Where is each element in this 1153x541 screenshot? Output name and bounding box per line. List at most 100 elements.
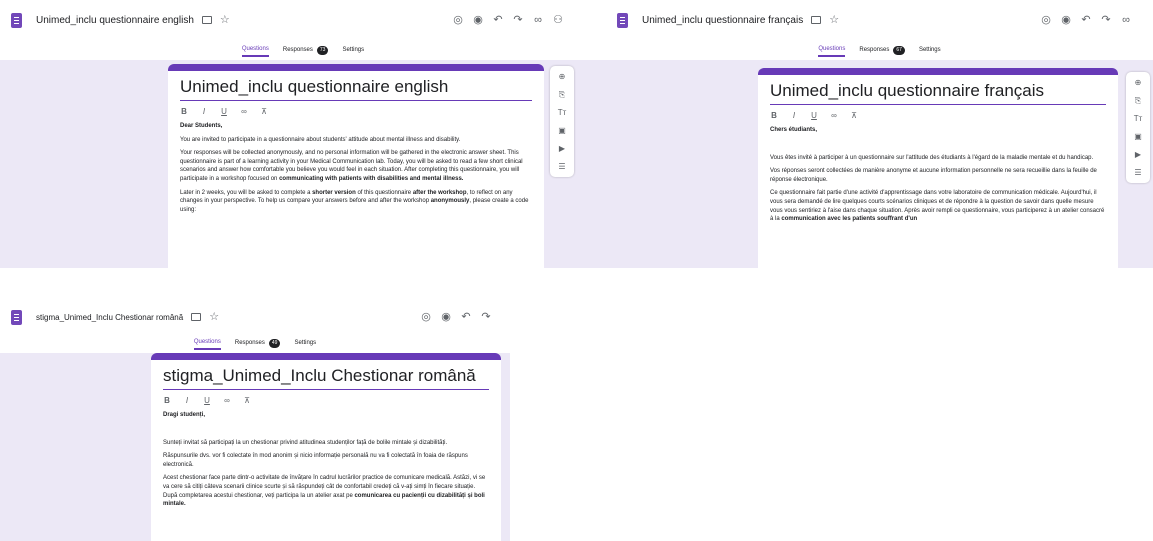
p3-bold-b: after the workshop: [412, 189, 467, 196]
description-paragraph-2: Vos réponses seront collectées de manièr…: [770, 168, 1097, 183]
folder-icon[interactable]: [191, 313, 202, 321]
description-paragraph-1: You are invited to participate in a ques…: [180, 136, 461, 143]
clear-format-icon[interactable]: ⊼: [850, 111, 858, 120]
add-title-icon[interactable]: Tт: [1131, 112, 1145, 125]
palette-icon[interactable]: ◎: [416, 311, 436, 323]
link-icon[interactable]: ∞: [830, 111, 838, 120]
tab-questions-label: Questions: [818, 46, 846, 52]
clear-format-icon[interactable]: ⊼: [260, 107, 268, 116]
add-question-icon[interactable]: ⊕: [555, 70, 569, 83]
add-section-icon[interactable]: ☰: [555, 160, 569, 173]
p3-text-b: of this questionnaire: [357, 189, 412, 196]
star-icon[interactable]: ☆: [829, 14, 839, 26]
p3-bold-c: anonymously: [430, 198, 470, 205]
responses-count-badge: 67: [893, 45, 905, 55]
document-title[interactable]: Unimed_inclu questionnaire english: [36, 15, 194, 26]
bold-icon[interactable]: B: [180, 107, 188, 116]
document-title[interactable]: stigma_Unimed_Inclu Chestionar română: [36, 313, 183, 322]
tab-responses[interactable]: Responses 49: [235, 333, 281, 350]
underline-icon[interactable]: U: [203, 396, 211, 405]
google-forms-icon[interactable]: [11, 309, 22, 325]
greeting: Chers étudiants,: [770, 127, 818, 133]
preview-eye-icon[interactable]: ◉: [1056, 14, 1076, 26]
form-title-input[interactable]: Unimed_inclu questionnaire english: [180, 77, 532, 101]
tab-settings[interactable]: Settings: [294, 333, 316, 350]
import-questions-icon[interactable]: ⎘: [1131, 94, 1145, 107]
p3-bold: communication avec les patients souffran…: [781, 216, 918, 223]
bold-icon[interactable]: B: [770, 111, 778, 120]
form-title-input[interactable]: stigma_Unimed_Inclu Chestionar română: [163, 366, 489, 390]
redo-icon[interactable]: ↷: [508, 14, 528, 26]
palette-icon[interactable]: ◎: [448, 14, 468, 26]
clear-format-icon[interactable]: ⊼: [243, 396, 251, 405]
add-collaborator-icon[interactable]: ⚇: [548, 14, 568, 26]
toolbar: ◎ ◉ ↶ ↷: [416, 297, 496, 337]
description-paragraph-3: Ce questionnaire fait partie d'une activ…: [770, 189, 1106, 223]
tab-questions-label: Questions: [241, 46, 269, 52]
description-paragraph-2: Răspunsurile dvs. vor fi colectate în mo…: [163, 453, 468, 468]
description-paragraph-1: Sunteți invitat să participați la un che…: [163, 439, 448, 446]
underline-icon[interactable]: U: [220, 107, 228, 116]
form-header-card[interactable]: Unimed_inclu questionnaire english B I U…: [168, 64, 544, 268]
tab-settings-label: Settings: [918, 47, 941, 53]
undo-icon[interactable]: ↶: [1076, 14, 1096, 26]
italic-icon[interactable]: I: [790, 111, 798, 120]
description-paragraph-3: Acest chestionar face parte dintr-o acti…: [163, 474, 489, 508]
star-icon[interactable]: ☆: [209, 311, 219, 323]
top-bar: Unimed_inclu questionnaire english ☆ ◎ ◉…: [0, 0, 606, 40]
underline-icon[interactable]: U: [810, 111, 818, 120]
tab-responses[interactable]: Responses 73: [283, 40, 329, 57]
google-forms-icon[interactable]: [11, 12, 22, 28]
undo-icon[interactable]: ↶: [456, 311, 476, 323]
palette-icon[interactable]: ◎: [1036, 14, 1056, 26]
import-questions-icon[interactable]: ⎘: [555, 88, 569, 101]
link-icon[interactable]: ∞: [1116, 14, 1136, 26]
undo-icon[interactable]: ↶: [488, 14, 508, 26]
preview-eye-icon[interactable]: ◉: [468, 14, 488, 26]
form-canvas: Unimed_inclu questionnaire français B I …: [606, 60, 1153, 268]
preview-eye-icon[interactable]: ◉: [436, 311, 456, 323]
form-header-card[interactable]: Unimed_inclu questionnaire français B I …: [758, 68, 1118, 268]
tab-settings[interactable]: Settings: [919, 40, 941, 57]
redo-icon[interactable]: ↷: [476, 311, 496, 323]
question-sidebar: ⊕ ⎘ Tт ▣ ▶ ☰: [550, 66, 574, 177]
add-question-icon[interactable]: ⊕: [1131, 76, 1145, 89]
tab-responses-label: Responses: [859, 47, 890, 53]
tab-questions[interactable]: Questions: [818, 40, 846, 57]
tab-questions[interactable]: Questions: [193, 333, 221, 350]
add-section-icon[interactable]: ☰: [1131, 166, 1145, 179]
tab-questions[interactable]: Questions: [241, 40, 269, 57]
add-video-icon[interactable]: ▶: [1131, 148, 1145, 161]
french-form-editor-screenshot: Unimed_inclu questionnaire français ☆ ◎ …: [606, 0, 1153, 268]
tab-settings[interactable]: Settings: [342, 40, 364, 57]
italic-icon[interactable]: I: [183, 396, 191, 405]
toolbar: ◎ ◉ ↶ ↷ ∞ ⚇: [448, 0, 568, 40]
add-image-icon[interactable]: ▣: [1131, 130, 1145, 143]
folder-icon[interactable]: [811, 16, 822, 24]
tab-questions-label: Questions: [193, 339, 221, 345]
bold-icon[interactable]: B: [163, 396, 171, 405]
add-image-icon[interactable]: ▣: [555, 124, 569, 137]
document-title[interactable]: Unimed_inclu questionnaire français: [642, 15, 803, 26]
link-icon[interactable]: ∞: [223, 396, 231, 405]
english-form-editor-screenshot: Unimed_inclu questionnaire english ☆ ◎ ◉…: [0, 0, 606, 268]
add-title-icon[interactable]: Tт: [555, 106, 569, 119]
format-toolbar: B I U ∞ ⊼: [180, 107, 532, 116]
star-icon[interactable]: ☆: [220, 14, 230, 26]
romanian-form-editor-screenshot: stigma_Unimed_Inclu Chestionar română ☆ …: [0, 297, 510, 541]
form-title-input[interactable]: Unimed_inclu questionnaire français: [770, 81, 1106, 105]
folder-icon[interactable]: [201, 16, 212, 24]
tab-bar: Questions Responses 49 Settings: [0, 333, 510, 353]
italic-icon[interactable]: I: [200, 107, 208, 116]
tab-responses[interactable]: Responses 67: [859, 40, 905, 57]
form-description[interactable]: Dragi studenți, Sunteți invitat să parti…: [163, 411, 489, 509]
link-icon[interactable]: ∞: [240, 107, 248, 116]
link-icon[interactable]: ∞: [528, 14, 548, 26]
add-video-icon[interactable]: ▶: [555, 142, 569, 155]
google-forms-icon[interactable]: [617, 12, 628, 28]
redo-icon[interactable]: ↷: [1096, 14, 1116, 26]
form-description[interactable]: Chers étudiants, Vous êtes invité à part…: [770, 126, 1106, 224]
form-header-card[interactable]: stigma_Unimed_Inclu Chestionar română B …: [151, 353, 501, 541]
greeting: Dear Students,: [180, 123, 223, 129]
form-description[interactable]: Dear Students, You are invited to partic…: [180, 122, 532, 214]
